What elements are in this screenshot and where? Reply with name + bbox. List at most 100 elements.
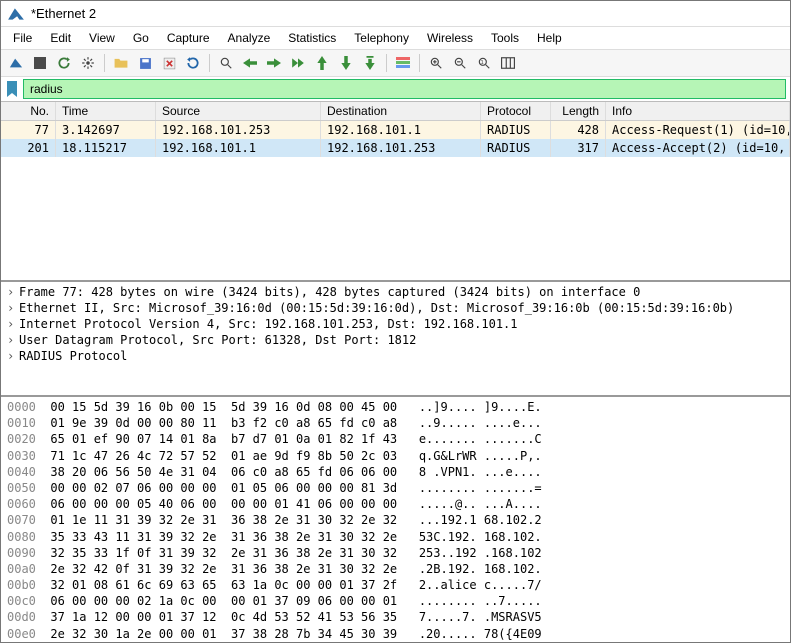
go-forward-icon[interactable] xyxy=(263,52,285,74)
hex-bytes[interactable]: 71 1c 47 26 4c 72 57 52 01 ae 9d f9 8b 5… xyxy=(50,449,397,463)
toolbar: 1 xyxy=(1,50,790,77)
cell-protocol: RADIUS xyxy=(481,121,551,139)
go-back-icon[interactable] xyxy=(239,52,261,74)
hex-bytes[interactable]: 06 00 00 00 05 40 06 00 00 00 01 41 06 0… xyxy=(50,497,397,511)
hex-bytes[interactable]: 01 9e 39 0d 00 00 80 11 b3 f2 c0 a8 65 f… xyxy=(50,416,397,430)
menu-tools[interactable]: Tools xyxy=(483,29,527,47)
menu-file[interactable]: File xyxy=(5,29,40,47)
hex-bytes[interactable]: 37 1a 12 00 00 01 37 12 0c 4d 53 52 41 5… xyxy=(50,610,397,624)
hex-ascii: .....@.. ...A.... xyxy=(419,497,542,511)
hex-bytes[interactable]: 65 01 ef 90 07 14 01 8a b7 d7 01 0a 01 8… xyxy=(50,432,397,446)
toolbar-separator xyxy=(104,54,105,72)
reload-file-icon[interactable] xyxy=(182,52,204,74)
hex-offset: 0040 xyxy=(7,465,36,479)
menu-wireless[interactable]: Wireless xyxy=(419,29,481,47)
cell-destination: 192.168.101.253 xyxy=(321,139,481,157)
cell-info: Access-Accept(2) (id=10, l=275) xyxy=(606,139,790,157)
detail-tree-item[interactable]: User Datagram Protocol, Src Port: 61328,… xyxy=(5,332,786,348)
toolbar-separator xyxy=(386,54,387,72)
cell-time: 18.115217 xyxy=(56,139,156,157)
menu-statistics[interactable]: Statistics xyxy=(280,29,344,47)
save-file-icon[interactable] xyxy=(134,52,156,74)
cell-no: 201 xyxy=(1,139,56,157)
capture-options-icon[interactable] xyxy=(77,52,99,74)
cell-length: 428 xyxy=(551,121,606,139)
column-header-protocol[interactable]: Protocol xyxy=(481,102,551,120)
zoom-reset-icon[interactable]: 1 xyxy=(473,52,495,74)
menu-edit[interactable]: Edit xyxy=(42,29,79,47)
resize-columns-icon[interactable] xyxy=(497,52,519,74)
packet-row[interactable]: 773.142697192.168.101.253192.168.101.1RA… xyxy=(1,121,790,139)
auto-scroll-icon[interactable] xyxy=(359,52,381,74)
hex-offset: 00a0 xyxy=(7,562,36,576)
hex-bytes[interactable]: 2e 32 42 0f 31 39 32 2e 31 36 38 2e 31 3… xyxy=(50,562,397,576)
menu-go[interactable]: Go xyxy=(125,29,157,47)
svg-text:1: 1 xyxy=(481,60,484,66)
hex-offset: 0090 xyxy=(7,546,36,560)
column-header-source[interactable]: Source xyxy=(156,102,321,120)
menu-telephony[interactable]: Telephony xyxy=(346,29,417,47)
packet-list-header: No. Time Source Destination Protocol Len… xyxy=(1,102,790,121)
hex-ascii: ........ ..7..... xyxy=(419,594,542,608)
find-packet-icon[interactable] xyxy=(215,52,237,74)
cell-source: 192.168.101.1 xyxy=(156,139,321,157)
menu-help[interactable]: Help xyxy=(529,29,570,47)
hex-bytes[interactable]: 01 1e 11 31 39 32 2e 31 36 38 2e 31 30 3… xyxy=(50,513,397,527)
column-header-info[interactable]: Info xyxy=(606,102,790,120)
bookmark-icon[interactable] xyxy=(5,80,19,98)
column-header-time[interactable]: Time xyxy=(56,102,156,120)
hex-bytes[interactable]: 32 01 08 61 6c 69 63 65 63 1a 0c 00 00 0… xyxy=(50,578,397,592)
hex-offset: 0070 xyxy=(7,513,36,527)
hex-offset: 0030 xyxy=(7,449,36,463)
detail-tree-item[interactable]: Internet Protocol Version 4, Src: 192.16… xyxy=(5,316,786,332)
title-bar: *Ethernet 2 xyxy=(1,1,790,27)
cell-length: 317 xyxy=(551,139,606,157)
go-last-icon[interactable] xyxy=(335,52,357,74)
zoom-in-icon[interactable] xyxy=(425,52,447,74)
hex-bytes[interactable]: 35 33 43 11 31 39 32 2e 31 36 38 2e 31 3… xyxy=(50,530,397,544)
hex-ascii: 253..192 .168.102 xyxy=(419,546,542,560)
menu-capture[interactable]: Capture xyxy=(159,29,218,47)
hex-ascii: q.G&LrWR .....P,. xyxy=(419,449,542,463)
column-header-length[interactable]: Length xyxy=(551,102,606,120)
column-header-no[interactable]: No. xyxy=(1,102,56,120)
hex-bytes[interactable]: 00 00 02 07 06 00 00 00 01 05 06 00 00 0… xyxy=(50,481,397,495)
open-file-icon[interactable] xyxy=(110,52,132,74)
packet-bytes-pane[interactable]: 0000 00 15 5d 39 16 0b 00 15 5d 39 16 0d… xyxy=(1,397,790,642)
hex-bytes[interactable]: 32 35 33 1f 0f 31 39 32 2e 31 36 38 2e 3… xyxy=(50,546,397,560)
menu-bar: File Edit View Go Capture Analyze Statis… xyxy=(1,27,790,50)
close-file-icon[interactable] xyxy=(158,52,180,74)
packet-details-pane[interactable]: Frame 77: 428 bytes on wire (3424 bits),… xyxy=(1,282,790,397)
hex-bytes[interactable]: 00 15 5d 39 16 0b 00 15 5d 39 16 0d 08 0… xyxy=(50,400,397,414)
start-capture-icon[interactable] xyxy=(5,52,27,74)
hex-ascii: 2..alice c.....7/ xyxy=(419,578,542,592)
restart-capture-icon[interactable] xyxy=(53,52,75,74)
cell-info: Access-Request(1) (id=10, l=386) xyxy=(606,121,790,139)
toolbar-separator xyxy=(209,54,210,72)
display-filter-input[interactable] xyxy=(23,79,786,99)
hex-offset: 0010 xyxy=(7,416,36,430)
hex-offset: 00b0 xyxy=(7,578,36,592)
detail-tree-item[interactable]: RADIUS Protocol xyxy=(5,348,786,364)
hex-bytes[interactable]: 38 20 06 56 50 4e 31 04 06 c0 a8 65 fd 0… xyxy=(50,465,397,479)
go-first-icon[interactable] xyxy=(311,52,333,74)
hex-offset: 0020 xyxy=(7,432,36,446)
packet-list-pane[interactable]: No. Time Source Destination Protocol Len… xyxy=(1,102,790,282)
packet-row[interactable]: 20118.115217192.168.101.1192.168.101.253… xyxy=(1,139,790,157)
hex-bytes[interactable]: 06 00 00 00 02 1a 0c 00 00 01 37 09 06 0… xyxy=(50,594,397,608)
hex-ascii: .2B.192. 168.102. xyxy=(419,562,542,576)
toolbar-separator xyxy=(419,54,420,72)
column-header-destination[interactable]: Destination xyxy=(321,102,481,120)
menu-view[interactable]: View xyxy=(81,29,123,47)
detail-tree-item[interactable]: Ethernet II, Src: Microsof_39:16:0d (00:… xyxy=(5,300,786,316)
detail-tree-item[interactable]: Frame 77: 428 bytes on wire (3424 bits),… xyxy=(5,284,786,300)
menu-analyze[interactable]: Analyze xyxy=(220,29,279,47)
zoom-out-icon[interactable] xyxy=(449,52,471,74)
colorize-icon[interactable] xyxy=(392,52,414,74)
go-to-packet-icon[interactable] xyxy=(287,52,309,74)
hex-bytes[interactable]: 2e 32 30 1a 2e 00 00 01 37 38 28 7b 34 4… xyxy=(50,627,397,641)
stop-capture-icon[interactable] xyxy=(29,52,51,74)
hex-offset: 0000 xyxy=(7,400,36,414)
cell-destination: 192.168.101.1 xyxy=(321,121,481,139)
window-title: *Ethernet 2 xyxy=(31,6,96,21)
